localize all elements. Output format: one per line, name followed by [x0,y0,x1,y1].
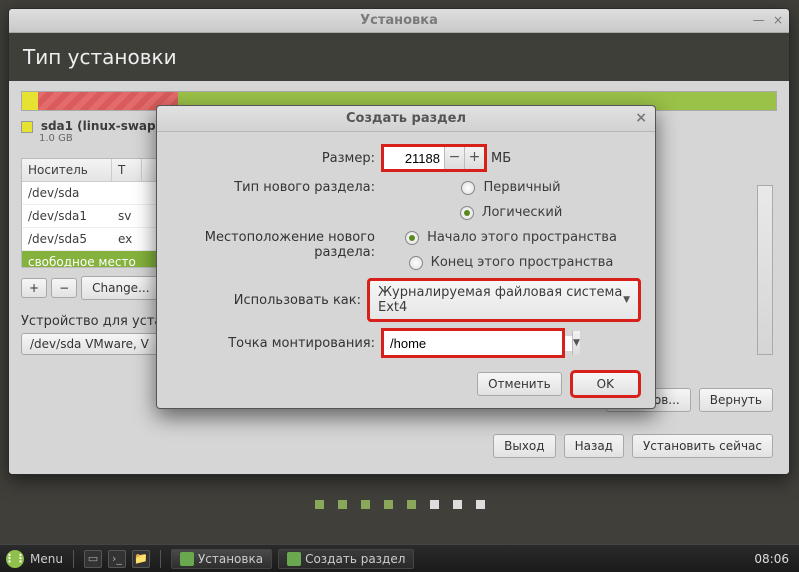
create-partition-dialog: Создать раздел × Размер: − + МБ Тип ново… [156,105,656,409]
size-label: Размер: [173,151,383,166]
radio-icon [405,231,419,245]
ok-button[interactable]: OK [572,372,639,396]
taskbar[interactable]: ⋮⋮ Menu ▭ ›_ 📁 Установка Создать раздел … [0,544,799,572]
dialog-title: Создать раздел [346,111,466,126]
app-icon [287,552,301,566]
menu-button[interactable]: Menu [30,552,63,566]
radio-primary[interactable]: Первичный [461,180,560,195]
increment-button[interactable]: + [464,147,484,169]
back-button[interactable]: Назад [564,434,624,458]
dot [407,500,416,509]
chevron-down-icon: ▼ [623,295,630,305]
chevron-down-icon[interactable]: ▼ [572,331,580,355]
change-button[interactable]: Change... [81,276,160,300]
app-icon [180,552,194,566]
dot [361,500,370,509]
dot [384,500,393,509]
nav-buttons: Выход Назад Установить сейчас [493,434,773,458]
size-spinbox[interactable]: − + [383,146,485,170]
remove-partition-button[interactable]: − [51,278,77,298]
col-device[interactable]: Носитель [22,159,112,181]
use-as-label: Использовать как: [173,293,369,308]
dot [338,500,347,509]
dot [315,500,324,509]
revert-button[interactable]: Вернуть [699,388,773,412]
minimize-icon[interactable]: — [753,13,765,27]
titlebar[interactable]: Установка — × [9,9,789,33]
mount-point-input[interactable] [384,336,572,351]
table-row[interactable]: /dev/sda1sv [22,205,160,228]
clock[interactable]: 08:06 [754,552,793,566]
size-unit: МБ [491,151,511,166]
radio-begin[interactable]: Начало этого пространства [405,230,617,245]
location-label: Местоположение нового раздела: [173,230,383,260]
dialog-title-bar[interactable]: Создать раздел × [157,106,655,132]
files-icon[interactable]: 📁 [132,550,150,568]
task-create-partition[interactable]: Создать раздел [278,549,414,569]
filesystem-dropdown[interactable]: Журналируемая файловая система Ext4 ▼ [369,280,639,320]
scrollbar[interactable] [757,185,773,355]
table-row[interactable]: /dev/sda [22,182,160,205]
terminal-icon[interactable]: ›_ [108,550,126,568]
dot [430,500,439,509]
radio-icon [461,181,475,195]
show-desktop-icon[interactable]: ▭ [84,550,102,568]
radio-end[interactable]: Конец этого пространства [409,255,614,270]
table-row-selected[interactable]: свободное место [22,251,160,268]
mint-menu-icon[interactable]: ⋮⋮ [6,550,24,568]
page-title: Тип установки [23,45,775,69]
radio-icon [460,206,474,220]
progress-dots [0,500,799,509]
cancel-button[interactable]: Отменить [477,372,562,396]
dot [453,500,462,509]
task-install[interactable]: Установка [171,549,272,569]
dot [476,500,485,509]
radio-logical[interactable]: Логический [460,205,563,220]
header: Тип установки [9,33,789,81]
exit-button[interactable]: Выход [493,434,555,458]
device-table[interactable]: Носитель Т /dev/sda /dev/sda1sv /dev/sda… [21,158,161,268]
size-input[interactable] [384,147,444,169]
install-button[interactable]: Установить сейчас [632,434,773,458]
window-title: Установка [271,13,527,28]
table-row[interactable]: /dev/sda5ex [22,228,160,251]
partition-swap[interactable] [22,92,38,110]
decrement-button[interactable]: − [444,147,464,169]
add-partition-button[interactable]: + [21,278,47,298]
mount-point-label: Точка монтирования: [173,336,383,351]
boot-device-combo[interactable]: /dev/sda VMware, V [21,333,161,355]
swatch-yellow-icon [21,121,33,133]
type-label: Тип нового раздела: [173,180,383,195]
col-type[interactable]: Т [112,159,142,181]
close-icon[interactable]: × [773,13,783,27]
mount-point-combo[interactable]: ▼ [383,330,563,356]
radio-icon [409,256,423,270]
close-icon[interactable]: × [635,110,647,126]
